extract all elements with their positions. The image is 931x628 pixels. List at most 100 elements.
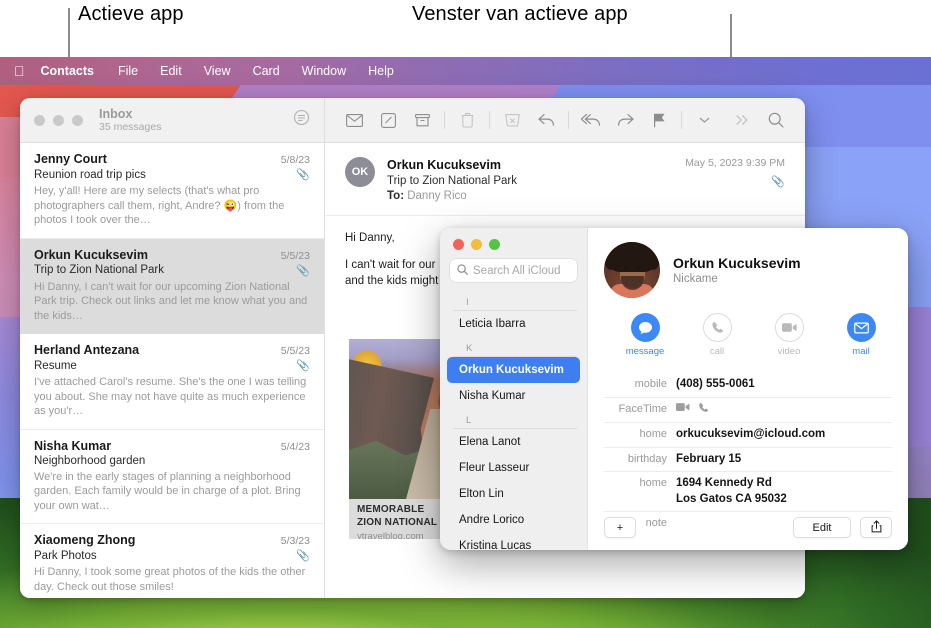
envelope-icon bbox=[847, 313, 876, 342]
mailbox-message-count: 35 messages bbox=[99, 121, 161, 133]
contact-photo[interactable] bbox=[604, 242, 660, 298]
message-sender: Herland Antezana bbox=[34, 343, 139, 357]
list-item[interactable]: Nisha Kumar bbox=[447, 383, 580, 409]
search-field[interactable] bbox=[450, 259, 577, 282]
menu-item-window[interactable]: Window bbox=[291, 64, 357, 78]
message-date: 5/5/23 bbox=[281, 345, 310, 357]
message-sender: Nisha Kumar bbox=[34, 439, 111, 453]
message-preview: We're in the early stages of planning a … bbox=[34, 470, 310, 514]
message-timestamp: May 5, 2023 9:39 PM bbox=[685, 157, 785, 169]
zoom-button[interactable] bbox=[72, 115, 83, 126]
mailbox-title-block: Inbox 35 messages bbox=[99, 107, 161, 133]
compose-icon[interactable] bbox=[373, 107, 403, 133]
mail-action-label: mail bbox=[838, 346, 884, 357]
reply-all-icon[interactable] bbox=[576, 107, 606, 133]
message-action-label: message bbox=[622, 346, 668, 357]
add-field-button[interactable]: + bbox=[604, 517, 636, 538]
window-traffic-lights[interactable] bbox=[440, 228, 587, 259]
call-action-label: call bbox=[694, 346, 740, 357]
video-action-button[interactable]: video bbox=[766, 313, 812, 357]
contact-field-home-address: home 1694 Kennedy Rd Los Gatos CA 95032 bbox=[604, 471, 892, 511]
screenshot-root: Actieve app Venster van actieve app  Co… bbox=[0, 0, 931, 628]
section-header-k: K bbox=[453, 337, 577, 357]
message-bubble-icon bbox=[631, 313, 660, 342]
message-sender: Xiaomeng Zhong bbox=[34, 533, 135, 547]
field-value[interactable] bbox=[676, 402, 709, 419]
forward-icon[interactable] bbox=[610, 107, 640, 133]
close-button[interactable] bbox=[453, 239, 464, 250]
close-button[interactable] bbox=[34, 115, 45, 126]
menu-item-edit[interactable]: Edit bbox=[149, 64, 193, 78]
archive-icon[interactable] bbox=[407, 107, 437, 133]
mail-action-button[interactable]: mail bbox=[838, 313, 884, 357]
mail-message-list[interactable]: Jenny Court5/8/23 Reunion road trip pics… bbox=[20, 143, 325, 598]
field-value[interactable]: orkucuksevim@icloud.com bbox=[676, 427, 825, 443]
apple-logo-icon[interactable]:  bbox=[14, 64, 25, 78]
contact-quick-actions: message call video bbox=[622, 313, 892, 357]
menu-item-view[interactable]: View bbox=[193, 64, 242, 78]
list-item-selected[interactable]: Orkun Kucuksevim bbox=[447, 357, 580, 383]
list-item[interactable]: Xiaomeng Zhong5/3/23 Park Photos📎 Hi Dan… bbox=[20, 524, 324, 598]
field-label: mobile bbox=[604, 377, 676, 390]
filter-icon[interactable] bbox=[293, 109, 310, 131]
list-item[interactable]: Fleur Lasseur bbox=[447, 455, 580, 481]
menu-item-file[interactable]: File bbox=[107, 64, 149, 78]
contact-nickname: Nickame bbox=[673, 273, 801, 285]
minimize-button[interactable] bbox=[471, 239, 482, 250]
list-item[interactable]: Jenny Court5/8/23 Reunion road trip pics… bbox=[20, 143, 324, 239]
list-item[interactable]: Herland Antezana5/5/23 Resume📎 I've atta… bbox=[20, 334, 324, 430]
message-date: 5/4/23 bbox=[281, 441, 310, 453]
contacts-list[interactable]: I Leticia Ibarra K Orkun Kucuksevim Nish… bbox=[440, 291, 587, 550]
avatar: OK bbox=[345, 157, 375, 187]
facetime-audio-icon[interactable] bbox=[698, 402, 709, 419]
attachment-icon: 📎 bbox=[296, 168, 310, 181]
list-item[interactable]: Andre Lorico bbox=[447, 507, 580, 533]
message-preview: Hey, y'all! Here are my selects (that's … bbox=[34, 184, 310, 228]
mail-toolbar: Inbox 35 messages bbox=[20, 98, 805, 143]
menu-item-help[interactable]: Help bbox=[357, 64, 405, 78]
attachment-icon: 📎 bbox=[296, 549, 310, 562]
minimize-button[interactable] bbox=[53, 115, 64, 126]
search-input[interactable] bbox=[473, 265, 570, 277]
message-header: OK Orkun Kucuksevim Trip to Zion Nationa… bbox=[325, 143, 805, 216]
field-value[interactable]: (408) 555-0061 bbox=[676, 377, 755, 393]
call-action-button[interactable]: call bbox=[694, 313, 740, 357]
share-button[interactable] bbox=[860, 517, 892, 538]
list-item[interactable]: Kristina Lucas bbox=[447, 533, 580, 550]
contact-card: Orkun Kucuksevim Nickame message call bbox=[588, 228, 908, 550]
junk-icon[interactable] bbox=[497, 107, 527, 133]
list-item[interactable]: Elena Lanot bbox=[447, 429, 580, 455]
menu-item-card[interactable]: Card bbox=[242, 64, 291, 78]
field-label: FaceTime bbox=[604, 402, 676, 415]
get-mail-icon[interactable] bbox=[339, 107, 369, 133]
message-from: Orkun Kucuksevim bbox=[387, 157, 517, 174]
video-action-label: video bbox=[766, 346, 812, 357]
edit-button[interactable]: Edit bbox=[793, 517, 851, 538]
chevron-down-icon[interactable] bbox=[689, 107, 719, 133]
menu-item-contacts[interactable]: Contacts bbox=[41, 64, 107, 78]
caption-line-1: MEMORABLE bbox=[357, 504, 424, 515]
contact-card-header: Orkun Kucuksevim Nickame bbox=[604, 242, 892, 298]
window-traffic-lights-inactive[interactable] bbox=[34, 115, 83, 126]
field-value[interactable]: 1694 Kennedy Rd Los Gatos CA 95032 bbox=[676, 476, 787, 507]
message-subject: Trip to Zion National Park bbox=[34, 264, 164, 276]
list-item[interactable]: Elton Lin bbox=[447, 481, 580, 507]
field-value[interactable]: February 15 bbox=[676, 452, 741, 468]
mail-toolbar-right bbox=[325, 98, 805, 142]
more-icon[interactable] bbox=[727, 107, 757, 133]
search-icon bbox=[457, 262, 468, 280]
list-item[interactable]: Leticia Ibarra bbox=[447, 311, 580, 337]
search-icon[interactable] bbox=[761, 107, 791, 133]
field-label: home bbox=[604, 476, 676, 489]
facetime-video-icon[interactable] bbox=[676, 402, 690, 418]
reply-icon[interactable] bbox=[531, 107, 561, 133]
list-item[interactable]: Orkun Kucuksevim5/5/23 Trip to Zion Nati… bbox=[20, 239, 324, 335]
zoom-button[interactable] bbox=[489, 239, 500, 250]
list-item[interactable]: Nisha Kumar5/4/23 Neighborhood garden We… bbox=[20, 430, 324, 525]
flag-icon[interactable] bbox=[644, 107, 674, 133]
message-preview: Hi Danny, I took some great photos of th… bbox=[34, 565, 310, 594]
message-to-label: To: bbox=[387, 190, 404, 202]
message-action-button[interactable]: message bbox=[622, 313, 668, 357]
contact-card-footer: + Edit bbox=[588, 517, 908, 550]
trash-icon[interactable] bbox=[452, 107, 482, 133]
